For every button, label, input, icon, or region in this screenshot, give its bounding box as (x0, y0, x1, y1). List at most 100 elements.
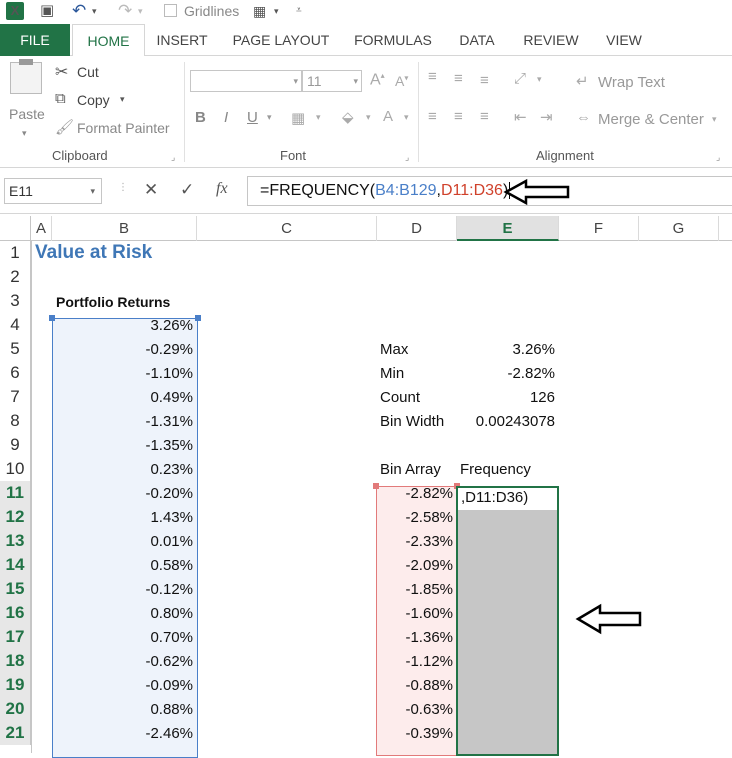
row-header[interactable]: 7 (0, 385, 31, 409)
underline-button[interactable]: U (247, 109, 258, 126)
insert-function-icon[interactable]: fx (216, 180, 228, 198)
return-cell[interactable]: -0.09% (52, 677, 193, 694)
row-header[interactable]: 12 (0, 505, 31, 529)
stat-label[interactable]: Min (380, 365, 404, 382)
frequency-header[interactable]: Frequency (460, 461, 531, 478)
tab-review[interactable]: REVIEW (514, 24, 588, 56)
row-header[interactable]: 2 (0, 265, 31, 289)
column-header-b[interactable]: B (52, 216, 197, 241)
stat-value[interactable]: 0.00243078 (457, 413, 555, 430)
return-cell[interactable]: -0.29% (52, 341, 193, 358)
copy-button[interactable]: Copy (77, 92, 110, 108)
bin-cell[interactable]: -2.09% (377, 557, 453, 574)
stat-label[interactable]: Bin Width (380, 413, 444, 430)
column-header-c[interactable]: C (197, 216, 377, 241)
bin-cell[interactable]: -2.58% (377, 509, 453, 526)
return-cell[interactable]: -1.31% (52, 413, 193, 430)
table-dropdown-icon[interactable]: ▾ (274, 2, 279, 20)
row-header[interactable]: 20 (0, 697, 31, 721)
font-color-dropdown-icon[interactable]: ▾ (404, 112, 409, 123)
sheet-title[interactable]: Value at Risk (35, 242, 152, 264)
save-icon[interactable]: ▣ (40, 2, 54, 20)
return-cell[interactable]: 1.43% (52, 509, 193, 526)
bin-cell[interactable]: -1.36% (377, 629, 453, 646)
row-header[interactable]: 17 (0, 625, 31, 649)
font-name-combo[interactable]: ▾ (190, 70, 302, 92)
return-cell[interactable]: 3.26% (52, 317, 193, 334)
worksheet-grid[interactable]: ,D11:D36) 1 2 3 4 5 6 7 8 9 10 11 12 13 14 15 16 17 18 19 2… (0, 241, 732, 758)
return-cell[interactable]: -1.10% (52, 365, 193, 382)
align-bottom-icon[interactable]: ≡ (480, 72, 489, 89)
bin-cell[interactable]: -2.33% (377, 533, 453, 550)
return-cell[interactable]: 0.88% (52, 701, 193, 718)
font-size-combo[interactable]: 11 ▾ (302, 70, 362, 92)
merge-center-icon[interactable]: ⇔ (576, 109, 591, 126)
row-header[interactable]: 10 (0, 457, 31, 481)
column-header-e[interactable]: E (457, 216, 559, 241)
increase-indent-icon[interactable]: ⇥ (540, 108, 553, 126)
row-header[interactable]: 3 (0, 289, 31, 313)
row-header[interactable]: 11 (0, 481, 31, 505)
increase-font-icon[interactable]: A▴ (370, 71, 385, 89)
returns-header[interactable]: Portfolio Returns (56, 294, 170, 310)
name-box[interactable]: E11 ▾ (4, 178, 102, 204)
stat-value[interactable]: 3.26% (457, 341, 555, 358)
cell-edit-text[interactable]: ,D11:D36) (461, 489, 528, 506)
clipboard-launcher-icon[interactable]: ⌟ (171, 152, 175, 163)
return-cell[interactable]: 0.58% (52, 557, 193, 574)
column-header-a[interactable]: A (31, 216, 52, 241)
redo-icon[interactable]: ↷ (118, 2, 132, 20)
align-center-icon[interactable]: ≡ (454, 108, 463, 125)
row-header[interactable]: 1 (0, 241, 31, 265)
format-painter-button[interactable]: Format Painter (77, 120, 170, 136)
borders-dropdown-icon[interactable]: ▾ (316, 112, 321, 123)
selected-range[interactable] (456, 486, 559, 756)
italic-button[interactable]: I (224, 109, 228, 126)
stat-value[interactable]: -2.82% (457, 365, 555, 382)
row-header[interactable]: 19 (0, 673, 31, 697)
copy-icon[interactable]: ⧉ (55, 90, 66, 107)
bin-cell[interactable]: -1.85% (377, 581, 453, 598)
paste-button[interactable]: Paste (9, 106, 45, 122)
fill-color-dropdown-icon[interactable]: ▾ (366, 112, 371, 123)
wrap-text-button[interactable]: Wrap Text (598, 74, 665, 91)
customize-icon[interactable]: ⩡ (296, 2, 302, 20)
tab-page-layout[interactable]: PAGE LAYOUT (226, 24, 336, 56)
row-header[interactable]: 4 (0, 313, 31, 337)
row-header[interactable]: 18 (0, 649, 31, 673)
stat-label[interactable]: Count (380, 389, 420, 406)
row-header[interactable]: 21 (0, 721, 31, 745)
bin-cell[interactable]: -0.63% (377, 701, 453, 718)
row-header[interactable]: 13 (0, 529, 31, 553)
decrease-font-icon[interactable]: A▾ (395, 73, 408, 89)
font-launcher-icon[interactable]: ⌟ (405, 152, 409, 163)
select-all-corner[interactable] (0, 216, 31, 241)
orientation-icon[interactable]: ⤢ (514, 70, 526, 87)
bin-cell[interactable]: -0.88% (377, 677, 453, 694)
return-cell[interactable]: 0.23% (52, 461, 193, 478)
bin-cell[interactable]: -0.39% (377, 725, 453, 742)
merge-center-dropdown-icon[interactable]: ▾ (712, 114, 717, 125)
stat-value[interactable]: 126 (457, 389, 555, 406)
row-header[interactable]: 8 (0, 409, 31, 433)
return-cell[interactable]: -0.62% (52, 653, 193, 670)
return-cell[interactable]: -0.20% (52, 485, 193, 502)
bold-button[interactable]: B (195, 109, 206, 126)
row-header[interactable]: 15 (0, 577, 31, 601)
tab-file[interactable]: FILE (0, 24, 70, 56)
underline-dropdown-icon[interactable]: ▾ (267, 112, 272, 123)
undo-dropdown-icon[interactable]: ▾ (92, 2, 97, 20)
align-right-icon[interactable]: ≡ (480, 108, 489, 125)
return-cell[interactable]: -1.35% (52, 437, 193, 454)
tab-home[interactable]: HOME (72, 24, 145, 57)
column-header-f[interactable]: F (559, 216, 639, 241)
undo-icon[interactable]: ↶ (72, 2, 86, 20)
align-top-icon[interactable]: ≡ (428, 68, 437, 85)
table-icon[interactable]: ▦ (253, 2, 266, 20)
borders-icon[interactable]: ▦ (291, 109, 305, 127)
align-left-icon[interactable]: ≡ (428, 108, 437, 125)
redo-dropdown-icon[interactable]: ▾ (138, 2, 143, 20)
row-header[interactable]: 9 (0, 433, 31, 457)
return-cell[interactable]: -2.46% (52, 725, 193, 742)
orientation-dropdown-icon[interactable]: ▾ (537, 74, 542, 85)
